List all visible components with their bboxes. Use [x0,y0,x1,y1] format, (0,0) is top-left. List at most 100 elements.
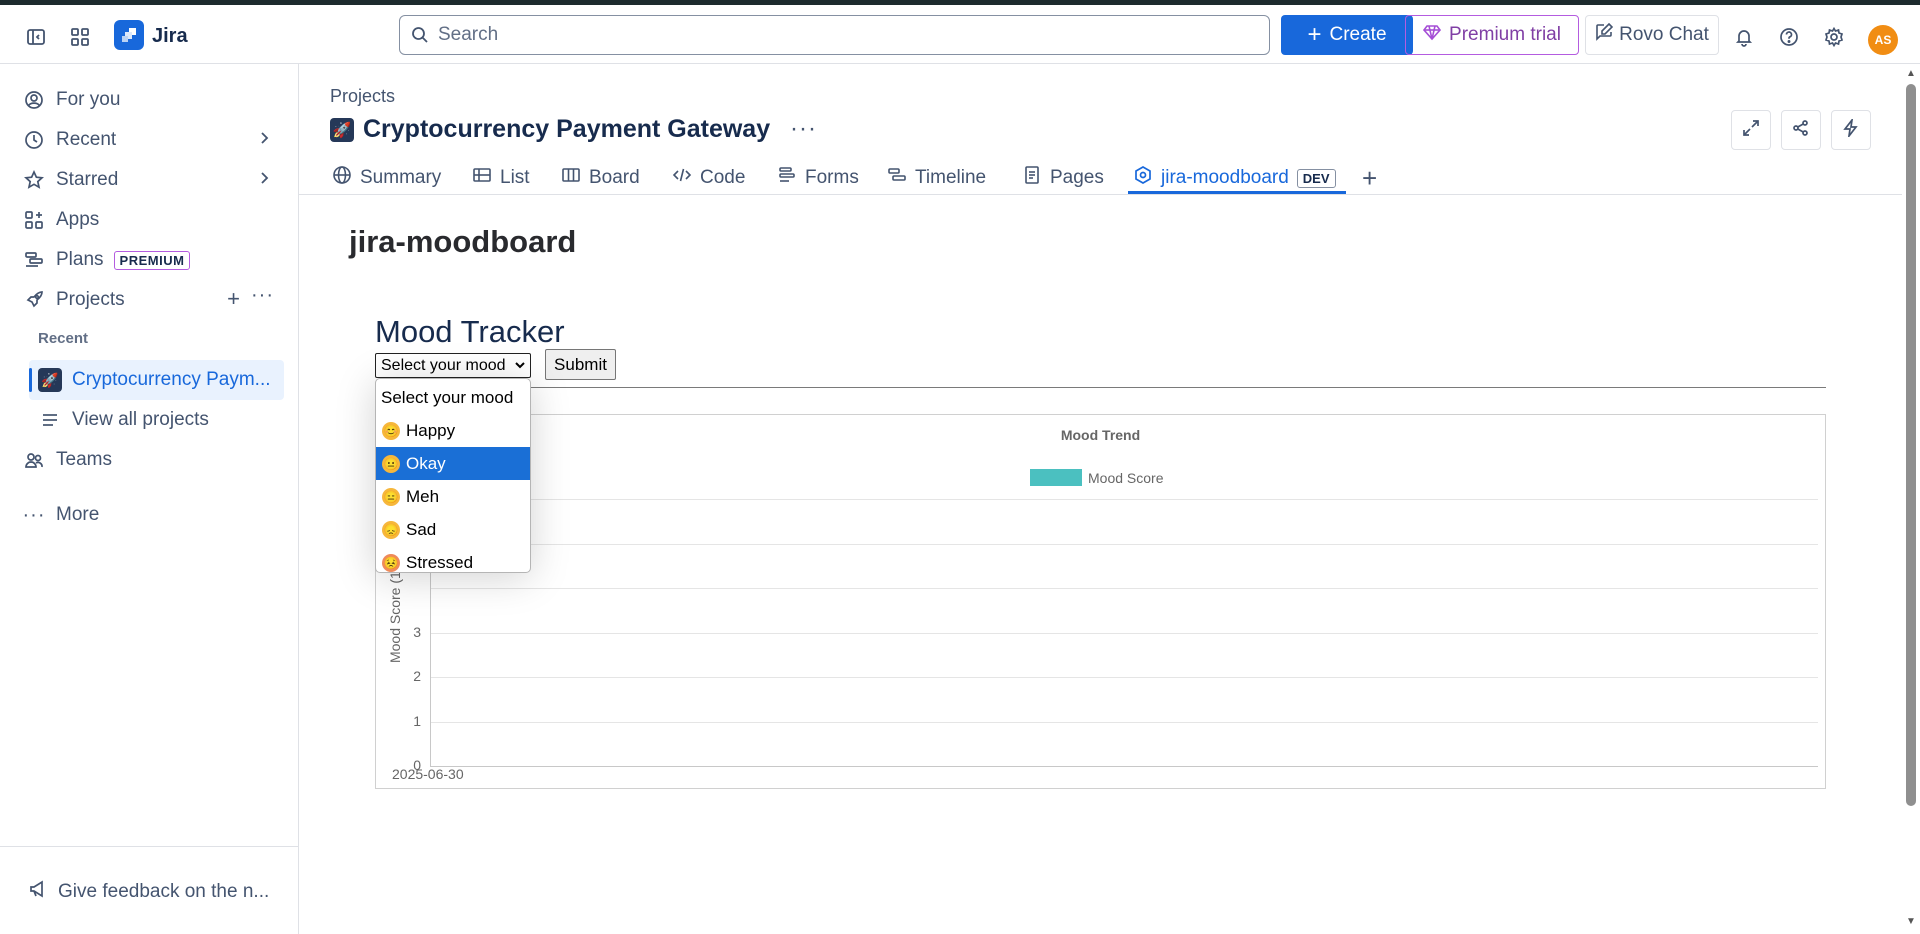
chart-title: Mood Trend [1060,427,1141,443]
share-button[interactable] [1781,110,1821,150]
teams-icon [22,448,46,472]
tab-code[interactable]: Code [672,160,745,196]
sidebar: For you Recent Starred Apps Plans PREMIU… [0,64,299,934]
feedback-area: Give feedback on the n... [0,846,299,934]
page-title: Cryptocurrency Payment Gateway [363,115,771,143]
plus-icon: + [1362,162,1378,193]
legend-swatch [1030,469,1082,486]
mood-option-okay[interactable]: 😐 Okay [376,447,530,480]
user-avatar[interactable]: AS [1868,25,1898,55]
tab-timeline[interactable]: Timeline [887,160,986,196]
scroll-up-arrow[interactable]: ▲ [1905,68,1917,79]
premium-trial-button[interactable]: Premium trial [1405,15,1579,55]
forms-icon [777,165,797,191]
sidebar-item-label: Starred [56,169,119,190]
help-icon[interactable] [1774,22,1804,52]
chat-edit-icon [1595,22,1614,47]
search-placeholder: Search [438,24,499,45]
tab-label: Summary [360,167,442,188]
y-tick-label: 2 [413,668,421,684]
notifications-bell-icon[interactable] [1729,22,1759,52]
sidebar-item-apps[interactable]: Apps [22,202,284,238]
sidebar-item-view-all-projects[interactable]: View all projects [38,402,278,438]
sidebar-item-projects[interactable]: Projects + ··· [22,282,284,318]
projects-more-icon[interactable]: ··· [251,284,274,307]
app-switcher-icon[interactable] [65,22,95,52]
star-icon [22,168,46,192]
sidebar-item-recent[interactable]: Recent [22,122,284,158]
mood-option-sad[interactable]: 😞 Sad [376,513,530,546]
sidebar-active-indicator [29,368,32,392]
timeline-icon [887,165,907,191]
sidebar-item-label: Apps [56,209,100,230]
emoji-icon: 😣 [382,553,400,572]
tab-label: jira-moodboard [1161,167,1289,188]
tab-board[interactable]: Board [561,160,640,196]
sidebar-item-label: Projects [56,289,125,310]
page-icon [1022,165,1042,191]
project-tabs: Summary List Board Code Forms Timeline P… [330,160,1920,196]
project-more-button[interactable]: ··· [790,115,817,143]
create-button[interactable]: + Create [1281,15,1413,55]
tab-list[interactable]: List [472,160,530,196]
tab-forms[interactable]: Forms [777,160,859,196]
mood-option-meh[interactable]: 😑 Meh [376,480,530,513]
user-circle-icon [22,88,46,112]
gridline [430,543,1818,545]
tab-summary[interactable]: Summary [332,160,441,196]
project-rocket-icon: 🚀 [38,368,62,392]
top-nav: Jira Search + Create Premium trial Rovo … [0,5,1920,64]
option-label: Sad [406,519,437,539]
plus-icon: + [1307,21,1322,48]
mood-option-stressed[interactable]: 😣 Stressed [376,546,530,579]
settings-gear-icon[interactable] [1819,22,1849,52]
sidebar-item-recent-project[interactable]: 🚀 Cryptocurrency Paym... [38,362,278,398]
automation-button[interactable] [1831,110,1871,150]
app-name[interactable]: Jira [152,25,188,48]
breadcrumb[interactable]: Projects [330,86,395,107]
plans-icon [22,248,46,272]
chevron-right-icon[interactable] [256,130,272,152]
jira-logo-icon[interactable] [114,20,144,50]
code-icon [672,165,692,191]
add-tab-button[interactable]: + [1362,160,1377,196]
sidebar-toggle-icon[interactable] [21,22,51,52]
rocket-icon [22,288,46,312]
premium-badge: PREMIUM [113,250,191,270]
sidebar-item-for-you[interactable]: For you [22,82,284,118]
tabs-divider [299,194,1902,195]
sidebar-item-label: Plans [56,249,104,270]
rovo-chat-button[interactable]: Rovo Chat [1585,15,1719,55]
sidebar-item-label: Recent [56,129,117,150]
mood-option-select-your-mood[interactable]: Select your mood [376,381,530,414]
project-rocket-icon: 🚀 [330,118,354,142]
y-tick-label: 1 [413,712,421,729]
mood-select[interactable]: Select your mood [375,353,531,378]
tab-label: List [500,167,530,188]
apps-icon [22,208,46,232]
scrollbar-thumb[interactable] [1906,84,1916,806]
chart-legend[interactable]: Mood Score [1030,469,1163,486]
sidebar-item-more[interactable]: ··· More [22,497,284,533]
feedback-link[interactable]: Give feedback on the n... [28,879,269,905]
search-input[interactable]: Search [399,15,1270,55]
submit-button[interactable]: Submit [545,349,616,380]
option-label: Select your mood [381,387,514,407]
sidebar-item-label: Cryptocurrency Paym... [72,369,271,390]
sidebar-item-plans[interactable]: Plans PREMIUM [22,242,284,278]
option-label: Happy [406,420,456,440]
mood-option-happy[interactable]: 😊 Happy [376,414,530,447]
divider [375,387,1826,388]
sidebar-item-teams[interactable]: Teams [22,442,284,478]
emoji-icon: 😞 [382,520,400,539]
feedback-label: Give feedback on the n... [58,881,270,902]
sidebar-item-label: For you [56,89,121,110]
tab-pages[interactable]: Pages [1022,160,1104,196]
chevron-right-icon[interactable] [256,170,272,192]
gridline [430,588,1818,589]
expand-button[interactable] [1731,110,1771,150]
add-project-icon[interactable]: + [227,286,240,312]
scroll-down-arrow[interactable]: ▼ [1905,916,1917,927]
sidebar-item-starred[interactable]: Starred [22,162,284,198]
active-tab-underline [1128,191,1346,194]
